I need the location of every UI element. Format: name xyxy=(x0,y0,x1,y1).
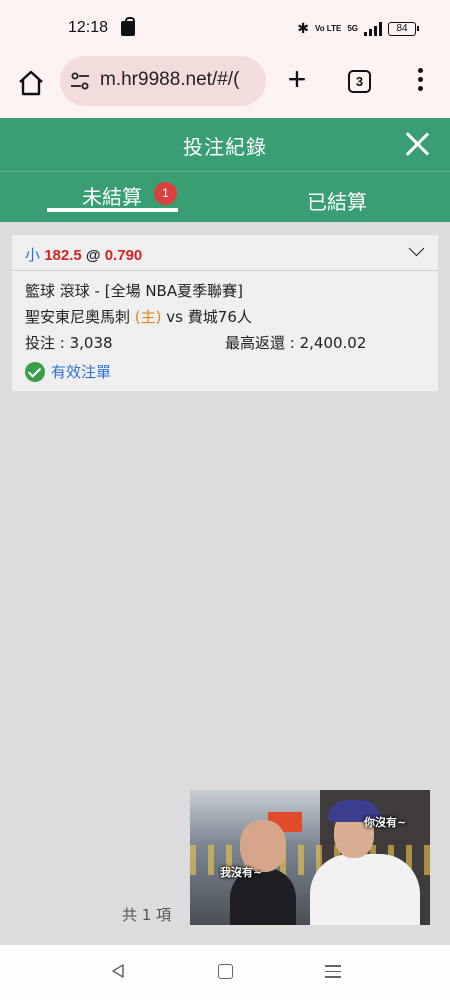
bet-status: 有效注單 xyxy=(25,359,425,385)
bet-match: 聖安東尼奧馬刺 (主) vs 費城76人 xyxy=(25,307,425,333)
video-caption-2: 我沒有~ xyxy=(220,866,263,879)
site-settings-icon[interactable] xyxy=(70,71,90,91)
stake-amount: 投注 : 3,038 xyxy=(25,334,113,352)
tab-unsettled[interactable]: 未結算 xyxy=(82,181,142,210)
page-title: 投注紀錄 xyxy=(183,135,267,159)
status-icons: ✱ Vo LTE 5G 84 xyxy=(297,20,419,37)
floating-video-player[interactable]: 你沒有~ 我沒有~ xyxy=(190,790,430,925)
video-caption-1: 你沒有~ xyxy=(364,816,407,829)
network-type: 5G xyxy=(347,23,358,33)
address-bar[interactable]: m.hr9988.net/#/( xyxy=(60,56,266,106)
recents-icon[interactable] xyxy=(325,965,341,982)
max-return-amount: 最高返還 : 2,400.02 xyxy=(225,334,367,352)
status-time: 12:18 xyxy=(68,19,109,36)
bet-record-card[interactable]: 小 182.5 @ 0.790 籃球 滾球 - [全場 NBA夏季聯賽] 聖安東… xyxy=(12,235,438,391)
away-team: 費城76人 xyxy=(187,308,252,326)
browser-toolbar: m.hr9988.net/#/( + 3 xyxy=(0,56,450,118)
home-tag: (主) xyxy=(134,308,162,326)
bet-side: 小 xyxy=(25,247,41,264)
modal-header: 投注紀錄 xyxy=(0,118,450,171)
home-icon[interactable] xyxy=(16,68,46,98)
tab-switcher-icon[interactable]: 3 xyxy=(348,70,371,93)
chevron-down-icon[interactable] xyxy=(408,240,425,257)
at-sign: @ xyxy=(85,247,101,264)
shopping-bag-icon xyxy=(121,17,135,36)
bet-status-text: 有效注單 xyxy=(51,363,112,381)
bluetooth-icon: ✱ xyxy=(297,20,309,36)
system-nav-bar xyxy=(0,945,450,1000)
tab-bar: 未結算 1 已結算 xyxy=(0,171,450,222)
kebab-menu-icon[interactable] xyxy=(410,68,430,94)
active-tab-indicator xyxy=(47,208,178,212)
home-team: 聖安東尼奧馬刺 xyxy=(25,308,131,326)
status-bar: 12:18 ✱ Vo LTE 5G 84 xyxy=(0,0,450,56)
volte-icon: Vo LTE xyxy=(314,23,342,33)
bet-amounts: 投注 : 3,038 最高返還 : 2,400.02 xyxy=(25,333,425,359)
close-icon[interactable] xyxy=(404,131,430,157)
home-nav-icon[interactable] xyxy=(218,964,233,979)
bet-card-header[interactable]: 小 182.5 @ 0.790 xyxy=(12,235,438,271)
bet-selection: 小 182.5 @ 0.790 xyxy=(25,244,142,265)
bet-line: 182.5 xyxy=(44,247,82,264)
tab-settled[interactable]: 已結算 xyxy=(307,186,367,215)
bet-card-body: 籃球 滾球 - [全場 NBA夏季聯賽] 聖安東尼奧馬刺 (主) vs 費城76… xyxy=(12,271,438,385)
vs-label: vs xyxy=(166,308,183,326)
check-circle-icon xyxy=(25,362,45,382)
plus-icon[interactable]: + xyxy=(283,63,311,95)
url-text[interactable]: m.hr9988.net/#/( xyxy=(100,69,260,91)
total-count: 共 1 項 xyxy=(122,906,172,924)
signal-icon xyxy=(364,21,382,36)
back-icon[interactable] xyxy=(110,963,126,979)
unsettled-count-badge: 1 xyxy=(154,182,177,205)
battery-icon: 84 xyxy=(388,21,419,36)
bet-league: 籃球 滾球 - [全場 NBA夏季聯賽] xyxy=(25,282,243,300)
bet-odds: 0.790 xyxy=(104,247,143,264)
